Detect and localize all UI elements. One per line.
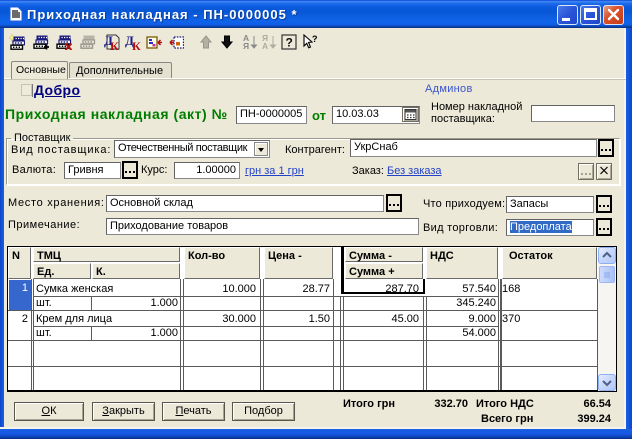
svg-text:Я: Я <box>243 41 249 50</box>
svg-text:А: А <box>262 41 268 50</box>
svg-text:К: К <box>132 39 141 50</box>
svg-text:?: ? <box>312 34 318 44</box>
svg-text:?: ? <box>286 36 293 50</box>
svg-text:К: К <box>110 39 119 50</box>
